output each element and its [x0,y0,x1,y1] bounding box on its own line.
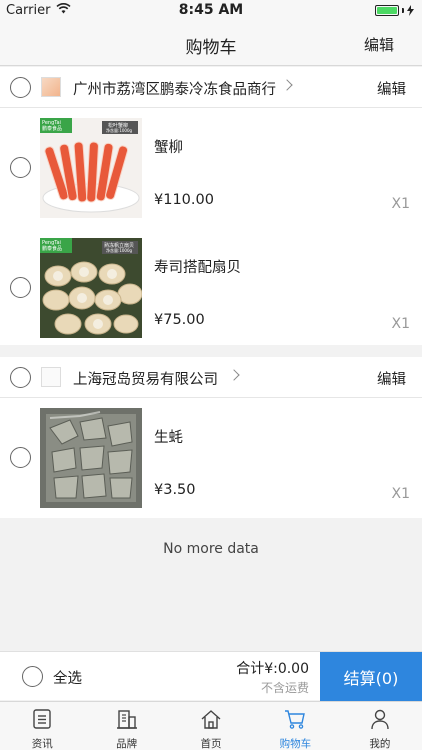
product-image-oysters[interactable] [40,408,142,508]
product-name[interactable]: 生蚝 [154,426,183,447]
cart-item: PengTai 鹏泰食品 熟冻帆立扇贝 净含量:1000g 寿司搭配扇贝 ¥75… [0,228,422,348]
store-logo [41,367,61,387]
shipping-note: 不含运费 [260,681,309,695]
charging-icon [407,5,414,16]
building-icon [116,710,137,729]
chevron-right-icon[interactable] [228,369,240,381]
tab-news[interactable]: 资讯 [0,702,84,750]
tab-label: 首页 [200,738,222,750]
select-all-label[interactable]: 全选 [53,667,82,688]
status-time: 8:45 AM [178,2,244,18]
product-price: ¥110.00 [154,192,214,208]
checkout-bar: 全选 合计¥:0.00 不含运费 结算(0) [0,651,422,701]
store-edit-button[interactable]: 编辑 [377,78,406,99]
checkout-button[interactable]: 结算(0) [320,652,422,701]
edit-cart-button[interactable]: 编辑 [364,34,394,55]
tab-label: 我的 [369,738,391,750]
store-name[interactable]: 广州市荔湾区鹏泰冷冻食品商行 [73,78,276,99]
product-quantity: X1 [391,316,411,332]
tab-label: 品牌 [116,738,138,750]
cart-screen: Carrier 8:45 AM 购物车 编辑 广州市荔湾区鹏泰冷冻食品商行 编辑… [0,0,422,750]
item-select-radio[interactable] [10,277,31,298]
product-quantity: X1 [391,196,411,212]
product-price: ¥75.00 [154,312,205,328]
person-icon [371,709,389,730]
total-amount: 合计¥:0.00 [236,661,309,677]
svg-text:鹏泰食品: 鹏泰食品 [42,125,62,132]
tab-bar: 资讯 品牌 首页 购物车 我的 [0,701,422,750]
store-edit-button[interactable]: 编辑 [377,368,406,389]
item-select-radio[interactable] [10,157,31,178]
navigation-bar: 购物车 编辑 [0,22,422,66]
status-bar: Carrier 8:45 AM [0,0,422,22]
news-icon [33,709,51,729]
store-select-radio[interactable] [10,367,31,388]
store-section: 广州市荔湾区鹏泰冷冻食品商行 编辑 PengTai 鹏泰食品 松叶蟹柳 净含量:… [0,67,422,345]
product-image-crab-sticks[interactable]: PengTai 鹏泰食品 松叶蟹柳 净含量:1000g [40,118,142,218]
item-select-radio[interactable] [10,447,31,468]
svg-text:净含量:1000g: 净含量:1000g [106,247,133,253]
store-header: 上海冠岛贸易有限公司 编辑 [0,357,422,398]
store-logo [41,77,61,97]
product-price: ¥3.50 [154,482,196,498]
store-header: 广州市荔湾区鹏泰冷冻食品商行 编辑 [0,67,422,108]
tab-label: 资讯 [31,738,53,750]
tab-profile[interactable]: 我的 [338,702,422,750]
store-name[interactable]: 上海冠岛贸易有限公司 [73,368,218,389]
select-all-radio[interactable] [22,666,43,687]
tab-home[interactable]: 首页 [169,702,253,750]
page-title: 购物车 [185,38,237,58]
store-section: 上海冠岛贸易有限公司 编辑 生蚝 ¥3.50 X1 [0,357,422,518]
product-quantity: X1 [391,486,411,502]
tab-cart[interactable]: 购物车 [253,702,337,750]
store-select-radio[interactable] [10,77,31,98]
cart-item: 生蚝 ¥3.50 X1 [0,398,422,518]
cart-icon [285,710,306,729]
list-end-message: No more data [163,541,259,557]
product-name[interactable]: 蟹柳 [154,136,183,157]
product-image-scallops[interactable]: PengTai 鹏泰食品 熟冻帆立扇贝 净含量:1000g [40,238,142,338]
product-name[interactable]: 寿司搭配扇贝 [154,256,241,277]
tab-brand[interactable]: 品牌 [84,702,168,750]
svg-text:净含量:1000g: 净含量:1000g [106,127,133,133]
home-icon [201,710,221,729]
cart-item: PengTai 鹏泰食品 松叶蟹柳 净含量:1000g 蟹柳 ¥110.00 X… [0,108,422,228]
battery-icon [375,5,414,16]
chevron-right-icon[interactable] [281,79,293,91]
tab-label: 购物车 [279,738,312,750]
svg-text:鹏泰食品: 鹏泰食品 [42,245,62,252]
